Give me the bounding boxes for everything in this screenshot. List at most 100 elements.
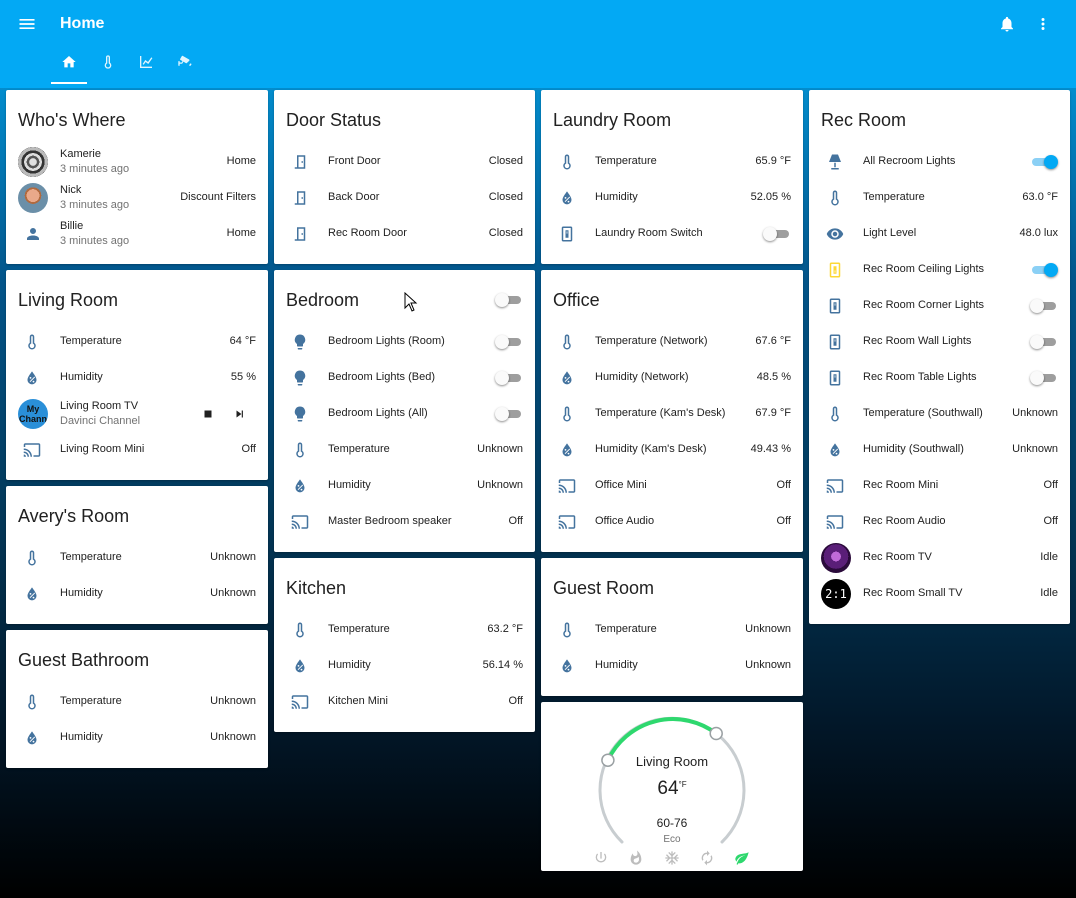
row-value: Off bbox=[241, 443, 256, 455]
sensor-row[interactable]: Humidity 56.14 % bbox=[274, 648, 535, 684]
high-setpoint-handle[interactable] bbox=[709, 726, 723, 741]
row-label: Master Bedroom speaker bbox=[328, 515, 452, 527]
tab-home[interactable] bbox=[51, 54, 87, 84]
row-label: Temperature (Network) bbox=[595, 335, 708, 347]
media-player-row[interactable]: Living Room Mini Off bbox=[6, 432, 268, 468]
person-state: Discount Filters bbox=[180, 191, 256, 203]
mode-heat-button[interactable] bbox=[628, 850, 644, 866]
media-player-row[interactable]: Rec Room TV Idle bbox=[809, 540, 1070, 576]
sensor-row[interactable]: Humidity (Kam's Desk) 49.43 % bbox=[541, 432, 803, 468]
media-player-row[interactable]: 2:1 Rec Room Small TV Idle bbox=[809, 576, 1070, 612]
sensor-row[interactable]: Temperature 64 °F bbox=[6, 324, 268, 360]
thermometer-icon bbox=[20, 330, 44, 354]
sensor-row[interactable]: Humidity (Southwall) Unknown bbox=[809, 432, 1070, 468]
card-title: Living Room bbox=[18, 290, 119, 310]
switch-row[interactable]: Laundry Room Switch bbox=[541, 216, 803, 252]
sensor-row[interactable]: Humidity Unknown bbox=[6, 720, 268, 756]
tab-history[interactable] bbox=[128, 54, 164, 84]
light-row[interactable]: Bedroom Lights (Room) bbox=[274, 324, 535, 360]
switch-row[interactable]: Rec Room Corner Lights bbox=[809, 288, 1070, 324]
mode-eco-button[interactable] bbox=[734, 850, 750, 866]
row-label: Humidity bbox=[60, 371, 103, 383]
sensor-row[interactable]: Temperature Unknown bbox=[6, 684, 268, 720]
mode-cool-button[interactable] bbox=[664, 850, 680, 866]
row-label: Humidity (Kam's Desk) bbox=[595, 443, 707, 455]
cast-icon bbox=[823, 510, 847, 534]
light-group-row[interactable]: All Recroom Lights bbox=[809, 144, 1070, 180]
sensor-row[interactable]: Temperature Unknown bbox=[6, 540, 268, 576]
light-row[interactable]: Bedroom Lights (Bed) bbox=[274, 360, 535, 396]
media-player-row[interactable]: Master Bedroom speaker Off bbox=[274, 504, 535, 540]
sensor-row[interactable]: Humidity 55 % bbox=[6, 360, 268, 396]
switch-toggle[interactable] bbox=[1030, 299, 1058, 313]
more-vert-icon[interactable] bbox=[1034, 14, 1052, 34]
door-row[interactable]: Front Door Closed bbox=[274, 144, 535, 180]
sensor-row[interactable]: Temperature 65.9 °F bbox=[541, 144, 803, 180]
door-closed-icon bbox=[288, 186, 312, 210]
switch-row[interactable]: Rec Room Ceiling Lights bbox=[809, 252, 1070, 288]
switch-toggle[interactable] bbox=[1030, 263, 1058, 277]
media-player-row[interactable]: Office Mini Off bbox=[541, 468, 803, 504]
media-title: Davinci Channel bbox=[60, 415, 141, 427]
chart-line-icon bbox=[140, 56, 153, 68]
mode-off-button[interactable] bbox=[593, 850, 609, 866]
row-value: 67.6 °F bbox=[755, 335, 791, 347]
sensor-row[interactable]: Humidity (Network) 48.5 % bbox=[541, 360, 803, 396]
light-toggle[interactable] bbox=[1030, 155, 1058, 169]
switch-row[interactable]: Rec Room Table Lights bbox=[809, 360, 1070, 396]
media-player-row[interactable]: Rec Room Audio Off bbox=[809, 504, 1070, 540]
sensor-row[interactable]: Temperature (Network) 67.6 °F bbox=[541, 324, 803, 360]
switch-toggle[interactable] bbox=[763, 227, 791, 241]
row-label: Humidity bbox=[328, 659, 371, 671]
media-player-row[interactable]: My Chann Living Room TV Davinci Channel bbox=[6, 396, 268, 432]
skip-next-icon[interactable] bbox=[233, 407, 247, 421]
row-label: Temperature bbox=[595, 155, 657, 167]
door-closed-icon bbox=[288, 222, 312, 246]
switch-toggle[interactable] bbox=[1030, 371, 1058, 385]
sensor-row[interactable]: Humidity 52.05 % bbox=[541, 180, 803, 216]
bell-icon[interactable] bbox=[998, 14, 1016, 34]
sensor-row[interactable]: Temperature Unknown bbox=[541, 612, 803, 648]
sensor-row[interactable]: Temperature 63.0 °F bbox=[809, 180, 1070, 216]
sensor-row[interactable]: Humidity Unknown bbox=[6, 576, 268, 612]
row-value: Unknown bbox=[745, 623, 791, 635]
lightbulb-icon bbox=[288, 402, 312, 426]
sensor-row[interactable]: Temperature Unknown bbox=[274, 432, 535, 468]
light-switch-icon bbox=[823, 366, 847, 390]
stop-icon[interactable] bbox=[201, 407, 215, 421]
person-row[interactable]: Kamerie 3 minutes ago Home bbox=[6, 144, 268, 180]
media-player-row[interactable]: Office Audio Off bbox=[541, 504, 803, 540]
sensor-row[interactable]: Temperature (Southwall) Unknown bbox=[809, 396, 1070, 432]
row-label: Living Room Mini bbox=[60, 443, 145, 455]
sensor-row[interactable]: Humidity Unknown bbox=[541, 648, 803, 684]
door-row[interactable]: Back Door Closed bbox=[274, 180, 535, 216]
bedroom-group-toggle[interactable] bbox=[495, 293, 523, 307]
switch-toggle[interactable] bbox=[1030, 335, 1058, 349]
light-toggle[interactable] bbox=[495, 335, 523, 349]
media-player-row[interactable]: Rec Room Mini Off bbox=[809, 468, 1070, 504]
cast-icon bbox=[20, 438, 44, 462]
person-row[interactable]: Nick 3 minutes ago Discount Filters bbox=[6, 180, 268, 216]
person-row[interactable]: Billie 3 minutes ago Home bbox=[6, 216, 268, 252]
sensor-row[interactable]: Light Level 48.0 lux bbox=[809, 216, 1070, 252]
switch-row[interactable]: Rec Room Wall Lights bbox=[809, 324, 1070, 360]
media-player-row[interactable]: Kitchen Mini Off bbox=[274, 684, 535, 720]
sensor-row[interactable]: Temperature (Kam's Desk) 67.9 °F bbox=[541, 396, 803, 432]
sensor-row[interactable]: Temperature 63.2 °F bbox=[274, 612, 535, 648]
mode-auto-button[interactable] bbox=[699, 850, 715, 866]
light-toggle[interactable] bbox=[495, 371, 523, 385]
light-row[interactable]: Bedroom Lights (All) bbox=[274, 396, 535, 432]
door-row[interactable]: Rec Room Door Closed bbox=[274, 216, 535, 252]
row-value: Off bbox=[776, 515, 791, 527]
menu-icon[interactable] bbox=[17, 14, 37, 34]
light-toggle[interactable] bbox=[495, 407, 523, 421]
sensor-row[interactable]: Humidity Unknown bbox=[274, 468, 535, 504]
row-value: Unknown bbox=[210, 587, 256, 599]
tab-cameras[interactable] bbox=[167, 54, 203, 84]
cast-icon bbox=[823, 474, 847, 498]
row-value: Unknown bbox=[477, 443, 523, 455]
card-living-room: Living Room Temperature 64 °F Humidity 5… bbox=[6, 270, 268, 480]
tab-climate[interactable] bbox=[90, 54, 126, 84]
row-label: Light Level bbox=[863, 227, 917, 239]
row-value: 48.0 lux bbox=[1019, 227, 1058, 239]
